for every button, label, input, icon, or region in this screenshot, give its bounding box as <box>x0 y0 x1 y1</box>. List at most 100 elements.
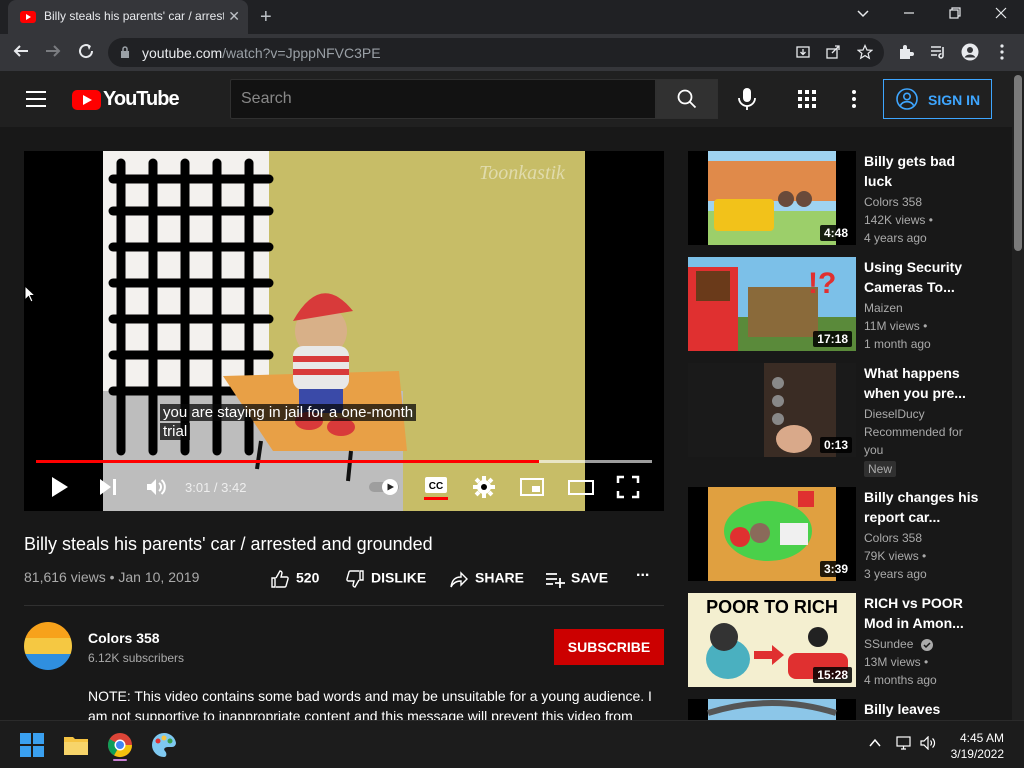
new-badge: New <box>864 461 897 477</box>
recommendation-views: 11M views • <box>864 319 928 333</box>
recommendation-title[interactable]: Billy gets bad luck <box>864 151 984 191</box>
recommendation-title[interactable]: RICH vs POOR Mod in Amon... <box>864 593 984 633</box>
thumbs-up-icon <box>271 570 289 588</box>
search-button[interactable] <box>656 79 718 119</box>
tab-search-icon[interactable] <box>856 6 870 23</box>
share-button[interactable]: SHARE <box>449 569 524 589</box>
settings-gear-icon[interactable] <box>472 475 496 499</box>
svg-text:!?: !? <box>808 267 836 300</box>
network-icon[interactable] <box>896 736 912 753</box>
dislike-button[interactable]: DISLIKE <box>345 569 426 589</box>
search-input[interactable] <box>241 88 641 110</box>
recommendation-title[interactable]: What happens when you pre... <box>864 363 984 403</box>
subtitles-cc-icon[interactable]: CC <box>424 475 448 500</box>
share-icon[interactable] <box>824 44 842 62</box>
recommendation-item[interactable]: Billy leaves <box>688 699 988 720</box>
file-explorer-icon[interactable] <box>60 729 92 761</box>
sign-in-button[interactable]: SIGN IN <box>883 79 992 119</box>
miniplayer-icon[interactable] <box>520 475 544 499</box>
divider <box>24 605 664 606</box>
play-icon[interactable] <box>50 475 70 499</box>
scrollbar-thumb[interactable] <box>1014 75 1022 251</box>
video-progress-bar[interactable] <box>36 460 652 463</box>
voice-search-mic-icon[interactable] <box>736 87 758 111</box>
recommendation-thumbnail[interactable]: 0:13 <box>688 363 856 457</box>
url-text: youtube.com/watch?v=JpppNFVC3PE <box>142 45 381 61</box>
lock-icon <box>121 46 129 58</box>
media-control-icon[interactable] <box>929 43 947 61</box>
youtube-header: YouTube SIGN IN <box>0 71 1012 127</box>
hamburger-menu-icon[interactable] <box>26 91 46 107</box>
like-button[interactable]: 520 <box>270 569 319 589</box>
recommendation-item[interactable]: POOR TO RICH 15:28 RICH vs POOR Mod in A… <box>688 593 988 687</box>
recommendation-thumbnail[interactable]: !? 17:18 <box>688 257 856 351</box>
reload-icon[interactable] <box>77 42 95 65</box>
restore-icon[interactable] <box>948 6 962 23</box>
windows-start-icon[interactable] <box>16 729 48 761</box>
subscribe-button[interactable]: SUBSCRIBE <box>554 629 664 665</box>
next-video-icon[interactable] <box>98 475 118 499</box>
channel-name[interactable]: Colors 358 <box>88 630 160 646</box>
recommendation-channel: Colors 358 <box>864 195 923 209</box>
taskbar-clock[interactable]: 4:45 AM 3/19/2022 <box>951 730 1004 762</box>
recommendation-item[interactable]: 0:13 What happens when you pre... Diesel… <box>688 363 988 477</box>
install-app-icon[interactable] <box>794 44 812 62</box>
recommendation-thumbnail[interactable]: 3:39 <box>688 487 856 581</box>
browser-menu-icon[interactable] <box>993 43 1011 61</box>
recommendation-title[interactable]: Billy changes his report car... <box>864 487 984 527</box>
mouse-cursor-icon <box>24 285 36 303</box>
recommendation-thumbnail[interactable]: 4:48 <box>688 151 856 245</box>
save-button[interactable]: SAVE <box>545 569 608 589</box>
svg-text:CC: CC <box>429 481 443 492</box>
forward-icon[interactable] <box>44 42 62 65</box>
new-tab-button[interactable]: + <box>260 6 272 29</box>
recommendation-title[interactable]: Using Security Cameras To... <box>864 257 984 297</box>
close-window-icon[interactable] <box>994 6 1008 23</box>
progress-played <box>36 460 539 463</box>
recommendation-thumbnail[interactable]: POOR TO RICH 15:28 <box>688 593 856 687</box>
fullscreen-icon[interactable] <box>616 475 640 499</box>
tab-close-icon[interactable]: ✕ <box>228 8 240 25</box>
bookmark-star-icon[interactable] <box>856 44 874 62</box>
volume-tray-icon[interactable] <box>920 735 936 753</box>
recommendation-thumbnail[interactable] <box>688 699 856 720</box>
cartoon-jail-scene: Toonkastik <box>103 151 585 511</box>
video-duration: 0:13 <box>819 437 852 453</box>
account-icon <box>896 88 918 110</box>
apps-grid-icon[interactable] <box>798 90 816 108</box>
video-duration: 17:18 <box>813 331 852 347</box>
page-scrollbar[interactable] <box>1012 71 1024 720</box>
autoplay-toggle[interactable] <box>368 475 402 499</box>
recommendation-item[interactable]: !? 17:18 Using Security Cameras To... Ma… <box>688 257 988 351</box>
address-bar[interactable]: youtube.com/watch?v=JpppNFVC3PE <box>108 38 884 67</box>
browser-tab[interactable]: Billy steals his parents' car / arrested… <box>8 0 248 34</box>
back-icon[interactable] <box>12 42 30 65</box>
paint-app-icon[interactable] <box>148 729 180 761</box>
settings-more-icon[interactable] <box>852 89 856 109</box>
more-actions-button[interactable]: ... <box>636 563 649 581</box>
volume-icon[interactable] <box>144 475 168 499</box>
recommendation-item[interactable]: 3:39 Billy changes his report car... Col… <box>688 487 988 581</box>
youtube-logo[interactable]: YouTube <box>72 88 180 111</box>
video-title: Billy steals his parents' car / arrested… <box>24 534 433 554</box>
video-player[interactable]: Toonkastik you are staying in jail for a… <box>24 151 664 511</box>
channel-avatar[interactable] <box>24 622 72 670</box>
chrome-icon[interactable] <box>104 729 136 761</box>
video-duration: 3:39 <box>819 561 852 577</box>
recommendation-reason: Recommended for <box>864 425 963 439</box>
recommendation-views: 79K views • <box>864 549 927 563</box>
recommendation-reason-cont: you <box>864 443 884 457</box>
extensions-icon[interactable] <box>897 43 915 61</box>
recommendation-title[interactable]: Billy leaves <box>864 699 984 719</box>
search-icon <box>677 89 697 109</box>
show-hidden-icons-icon[interactable] <box>868 736 882 753</box>
verified-check-icon <box>920 638 933 651</box>
share-arrow-icon <box>450 571 468 588</box>
recommendation-item[interactable]: 4:48 Billy gets bad luck Colors 358 142K… <box>688 151 988 245</box>
minimize-icon[interactable] <box>902 6 916 23</box>
theater-mode-icon[interactable] <box>568 475 594 499</box>
recommendation-channel: Colors 358 <box>864 531 923 545</box>
profile-icon[interactable] <box>961 43 979 61</box>
recommendation-channel: DieselDucy <box>864 407 925 421</box>
search-box <box>230 79 656 119</box>
